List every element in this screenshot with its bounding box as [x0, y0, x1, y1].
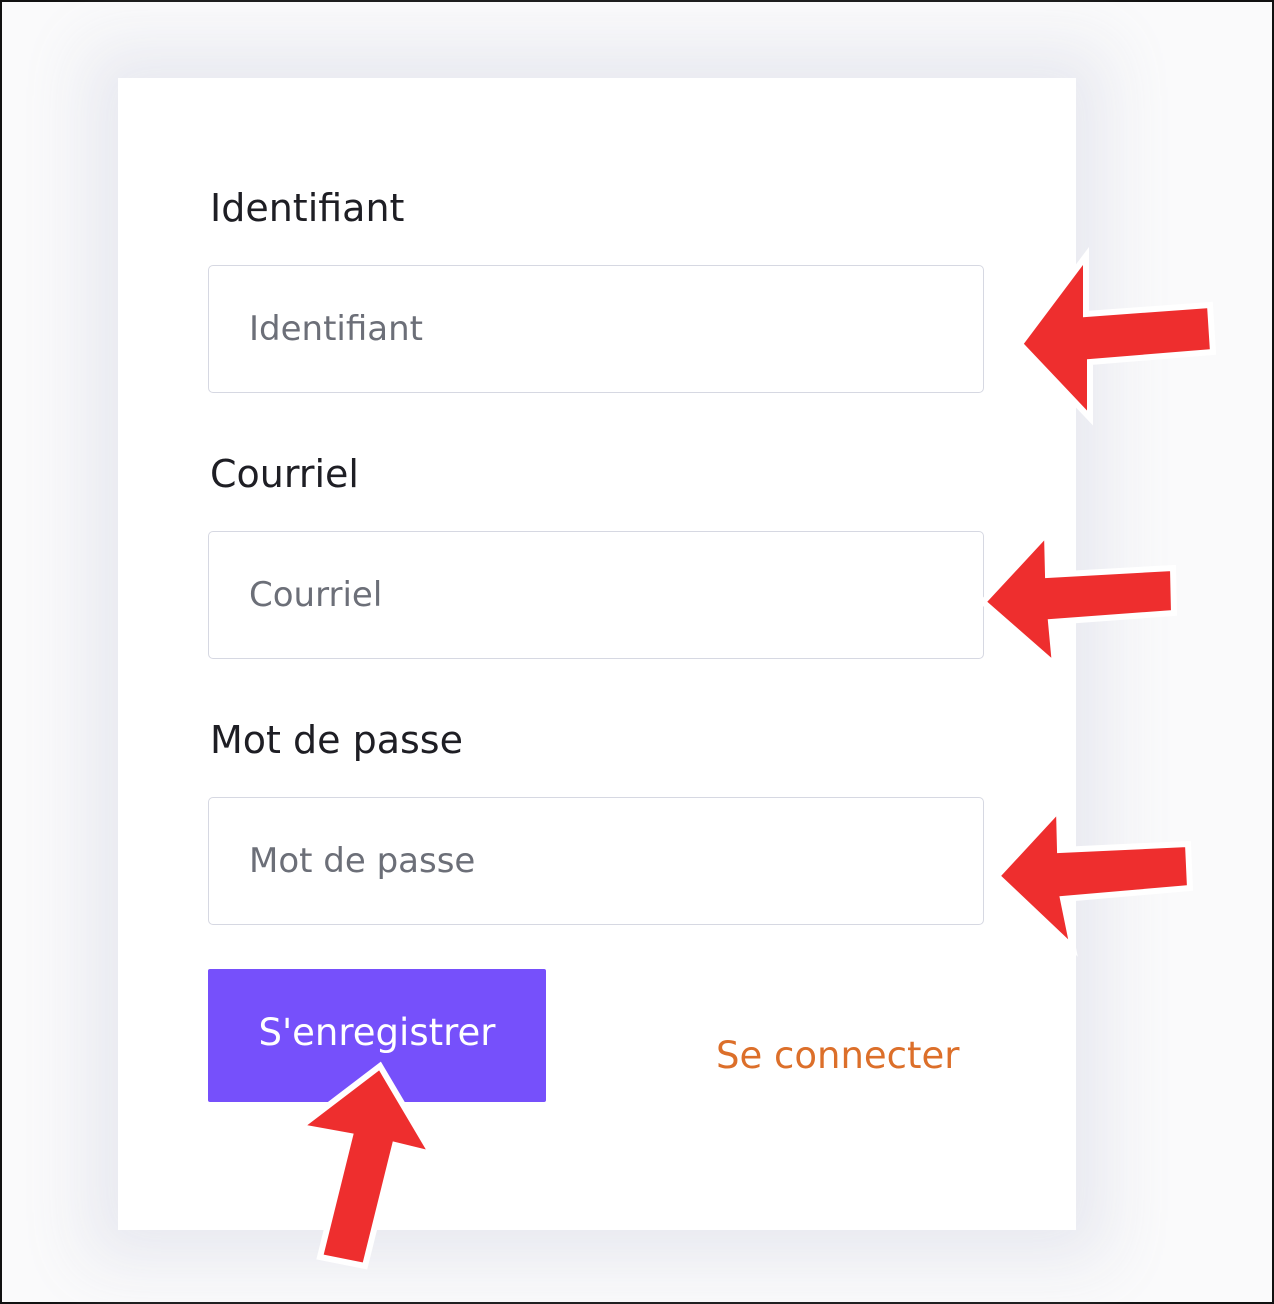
username-label: Identifiant: [210, 186, 405, 230]
password-label: Mot de passe: [210, 718, 463, 762]
password-input[interactable]: [208, 797, 984, 925]
register-button[interactable]: S'enregistrer: [208, 969, 546, 1102]
login-link[interactable]: Se connecter: [716, 1034, 959, 1078]
email-label: Courriel: [210, 452, 359, 496]
username-input[interactable]: [208, 265, 984, 393]
email-input[interactable]: [208, 531, 984, 659]
